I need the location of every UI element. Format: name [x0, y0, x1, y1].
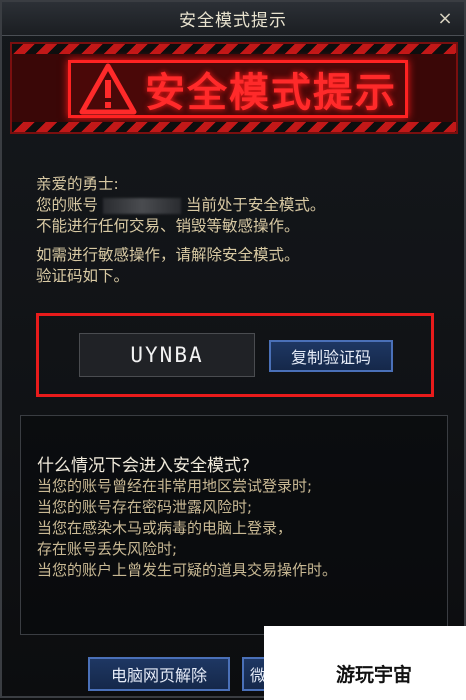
- greeting-text: 亲爱的勇士:: [36, 175, 119, 193]
- account-status-suffix: 当前处于安全模式。: [185, 196, 326, 214]
- window-title: 安全模式提示: [179, 11, 287, 31]
- info-panel: 什么情况下会进入安全模式? 当您的账号曾经在非常用地区尝试登录时; 当您的账号存…: [20, 415, 448, 635]
- warning-banner: 安全模式提示: [10, 42, 458, 134]
- hazard-stripe-bottom: [12, 122, 456, 132]
- list-item: 当您在感染木马或病毒的电脑上登录，: [37, 519, 293, 537]
- masked-account-id: [102, 197, 181, 214]
- verification-code-field[interactable]: UYNBA: [79, 333, 255, 377]
- watermark-text: 游玩宇宙: [336, 664, 413, 686]
- banner-panel: 安全模式提示: [68, 60, 408, 118]
- unlock-instruction-text: 如需进行敏感操作，请解除安全模式。: [36, 246, 300, 264]
- banner-title: 安全模式提示: [145, 70, 397, 116]
- list-item: 当您的账号曾经在非常用地区尝试登录时;: [37, 477, 313, 495]
- title-bar: 安全模式提示 ×: [2, 2, 464, 36]
- list-item: 当您的账号存在密码泄露风险时;: [37, 498, 253, 516]
- site-watermark: 游玩宇宙: [264, 626, 466, 700]
- restriction-text: 不能进行任何交易、销毁等敏感操作。: [36, 217, 300, 235]
- warning-triangle-icon: [79, 63, 137, 115]
- copy-code-button[interactable]: 复制验证码: [269, 340, 393, 372]
- code-intro-text: 验证码如下。: [36, 267, 130, 285]
- account-status-prefix: 您的账号: [36, 196, 99, 214]
- info-list: 当您的账号曾经在非常用地区尝试登录时; 当您的账号存在密码泄露风险时; 当您在感…: [37, 476, 337, 581]
- info-title: 什么情况下会进入安全模式?: [37, 456, 251, 476]
- verification-code-box: UYNBA 复制验证码: [36, 313, 434, 397]
- list-item: 存在账号丢失风险时;: [37, 540, 178, 558]
- message-block: 亲爱的勇士: 您的账号 当前处于安全模式。 不能进行任何交易、销毁等敏感操作。 …: [36, 174, 436, 287]
- list-item: 当您的账户上曾发生可疑的道具交易操作时。: [37, 561, 338, 579]
- web-unlock-button[interactable]: 电脑网页解除: [88, 657, 230, 691]
- account-status-line: 您的账号 当前处于安全模式。: [36, 195, 436, 216]
- safe-mode-dialog: 安全模式提示 × 安全模式提示 亲爱的勇士: 您的账号 当前处于安全模式。 不能…: [0, 0, 466, 700]
- hazard-stripe-top: [12, 44, 456, 54]
- close-icon[interactable]: ×: [434, 8, 456, 30]
